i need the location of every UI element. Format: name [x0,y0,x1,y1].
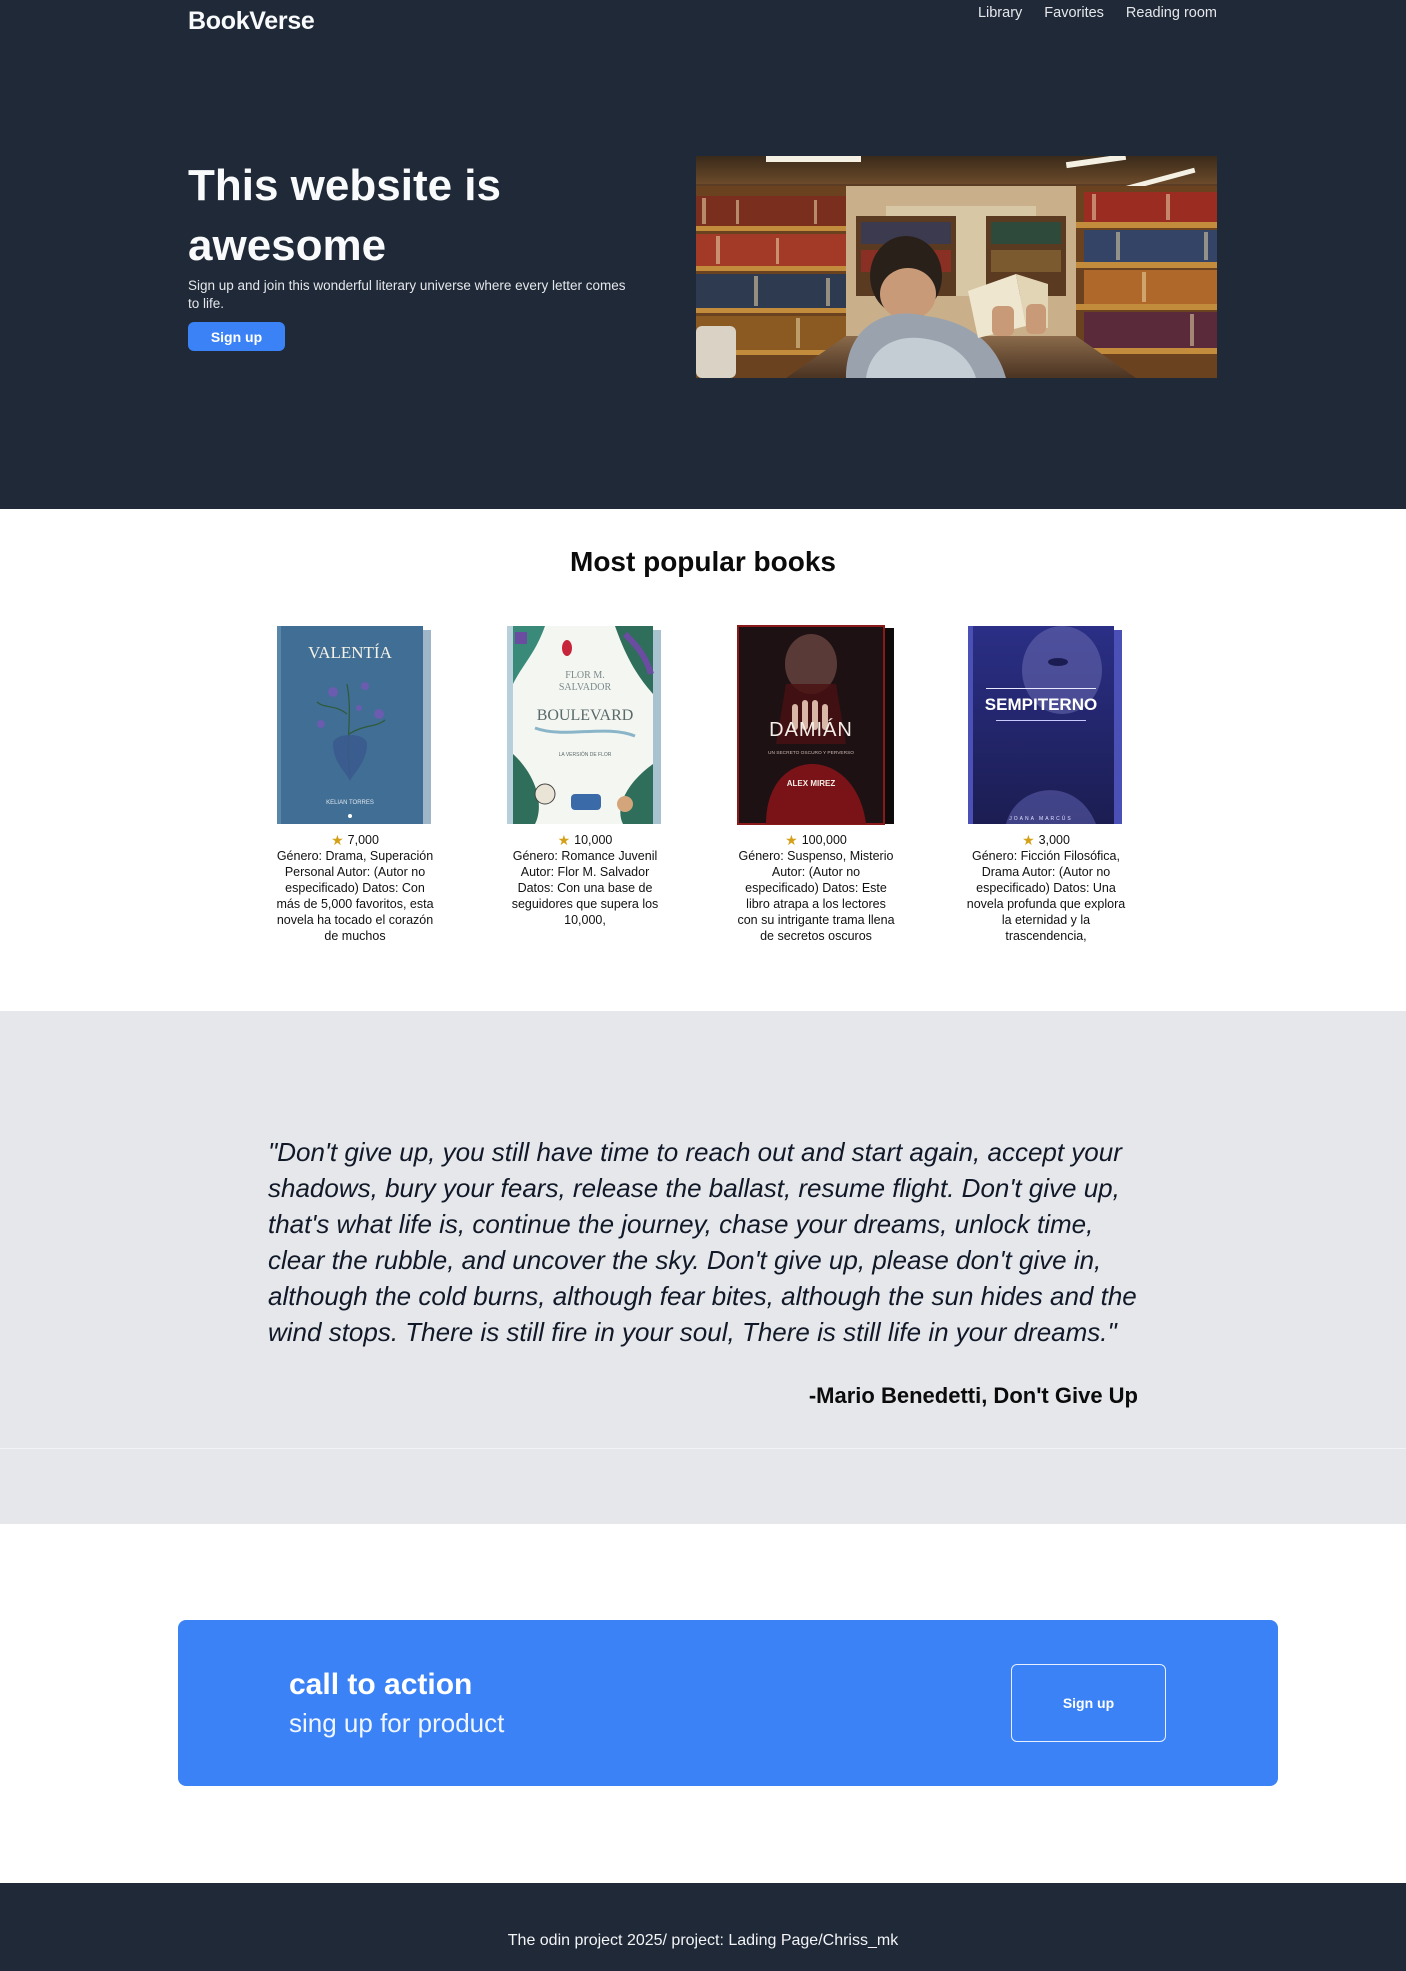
favorites-count: 10,000 [574,832,613,847]
nav-favorites-link[interactable]: Favorites [1044,5,1104,21]
book-cover-valentia[interactable]: VALENTÍA KELIAN TORRES [275,624,435,828]
star-icon: ★ [1022,831,1035,848]
quote-text: "Don't give up, you still have time to r… [268,1137,1137,1347]
book-cover-boulevard[interactable]: FLOR M. SALVADOR BOULEVARD LA VERSIÓN DE… [505,624,665,828]
nav-reading-room-link[interactable]: Reading room [1126,5,1217,21]
footer: The odin project 2025/ project: Lading P… [0,1883,1406,1971]
svg-text:UN SECRETO OSCURO Y PERVERSO: UN SECRETO OSCURO Y PERVERSO [768,750,854,756]
cta-signup-button[interactable]: Sign up [1011,1664,1166,1742]
books-section-title: Most popular books [570,546,836,577]
cover-author-text: FLOR M. [565,670,604,681]
book-description: Género: Romance Juvenil Autor: Flor M. S… [511,849,659,927]
section-divider [0,1448,1406,1449]
svg-text:LA VERSIÓN DE FLOR: LA VERSIÓN DE FLOR [559,751,612,758]
book-rating: ★ 3,000 [966,832,1126,847]
cover-title-text: VALENTÍA [308,643,392,662]
svg-text:SALVADOR: SALVADOR [559,682,612,693]
book-cover-damian[interactable]: DAMIÁN UN SECRETO OSCURO Y PERVERSO ALEX… [736,624,896,828]
favorites-count: 3,000 [1038,832,1070,847]
hero-title: This website is awesome [188,161,501,270]
book-description: Género: Suspenso, Misterio Autor: (Autor… [737,849,895,943]
cover-author-text: KELIAN TORRES [326,800,374,806]
hero-library-image [696,156,1217,378]
hero-signup-button[interactable]: Sign up [188,322,285,351]
quote-author: -Mario Benedetti, Don't Give Up [808,1383,1138,1408]
footer-text: The odin project 2025/ project: Lading P… [507,1932,899,1949]
hero-subtitle: Sign up and join this wonderful literary… [188,278,626,311]
cover-author-text: JOANA MARCÚS [1009,815,1072,822]
quote-section: "Don't give up, you still have time to r… [0,1011,1406,1524]
call-to-action-banner: call to action sing up for product Sign … [178,1620,1278,1786]
nav-library-link[interactable]: Library [978,5,1022,21]
main-nav: Library Favorites Reading room [978,5,1217,21]
book-cover-sempiterno[interactable]: SEMPITERNO JOANA MARCÚS [966,624,1126,828]
book-card[interactable]: SEMPITERNO JOANA MARCÚS ★ 3,000 Género: … [966,624,1126,944]
cover-title-text: SEMPITERNO [985,695,1097,714]
favorites-count: 7,000 [347,832,379,847]
star-icon: ★ [557,831,571,848]
cover-title-text: BOULEVARD [537,707,634,724]
cover-author-text: ALEX MIREZ [787,779,836,788]
book-description: Género: Drama, Superación Personal Autor… [276,849,434,943]
book-rating: ★ 100,000 [736,832,896,847]
book-card[interactable]: FLOR M. SALVADOR BOULEVARD LA VERSIÓN DE… [505,624,665,928]
book-card[interactable]: VALENTÍA KELIAN TORRES ★ 7,000 Género: D… [275,624,435,944]
cover-title-text: DAMIÁN [769,718,853,741]
logo[interactable]: BookVerse [188,7,315,36]
hero-section: BookVerse Library Favorites Reading room… [0,0,1406,509]
cta-subtitle: sing up for product [289,1708,505,1738]
favorites-count: 100,000 [801,832,847,847]
star-icon: ★ [331,831,344,848]
book-rating: ★ 7,000 [275,832,435,847]
star-icon: ★ [785,831,798,848]
book-rating: ★ 10,000 [505,832,665,847]
book-card[interactable]: DAMIÁN UN SECRETO OSCURO Y PERVERSO ALEX… [736,624,896,944]
cta-title: call to action [289,1668,473,1701]
book-description: Género: Ficción Filosófica, Drama Autor:… [966,849,1126,943]
